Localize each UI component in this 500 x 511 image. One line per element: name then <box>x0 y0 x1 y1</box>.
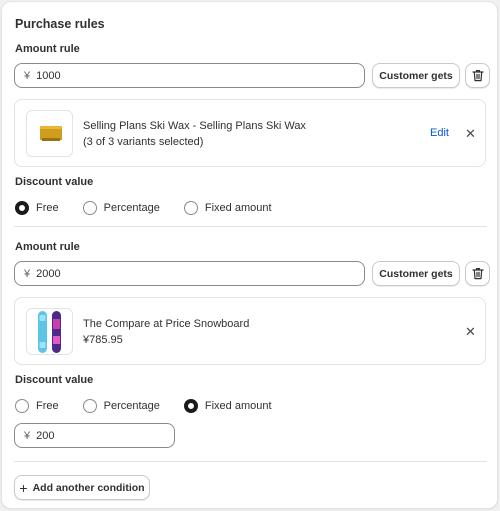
ski-wax-image <box>39 125 62 141</box>
currency-symbol: ¥ <box>24 69 31 82</box>
amount-value: 1000 <box>36 69 61 82</box>
amount-rule-label: Amount rule <box>15 43 80 55</box>
product-card: The Compare at Price Snowboard ¥785.95 ✕ <box>14 297 486 365</box>
radio-percentage-label: Percentage <box>103 400 160 412</box>
radio-free[interactable] <box>15 399 29 413</box>
discount-value-label: Discount value <box>15 374 94 386</box>
amount-value: 2000 <box>36 267 61 280</box>
customer-gets-button[interactable]: Customer gets <box>372 63 460 88</box>
discount-type-group: Free Percentage Fixed amount <box>15 399 296 413</box>
radio-fixed-amount-label: Fixed amount <box>204 202 272 214</box>
delete-rule-button[interactable] <box>465 63 490 88</box>
radio-percentage[interactable] <box>82 201 97 215</box>
radio-free[interactable] <box>15 201 29 215</box>
plus-icon: + <box>19 479 28 496</box>
radio-fixed-amount[interactable] <box>183 201 198 215</box>
currency-symbol: ¥ <box>24 267 31 280</box>
customer-gets-button[interactable]: Customer gets <box>372 261 460 286</box>
add-condition-button[interactable]: + Add another condition <box>14 475 150 500</box>
product-card: Selling Plans Ski Wax - Selling Plans Sk… <box>14 99 486 167</box>
trash-icon <box>471 268 484 280</box>
add-condition-label: Add another condition <box>32 481 145 494</box>
snowboard-thumbnail <box>26 308 73 355</box>
amount-rule-label: Amount rule <box>15 241 80 253</box>
trash-icon <box>471 70 484 82</box>
discount-value-label: Discount value <box>15 176 94 188</box>
close-icon[interactable]: ✕ <box>465 126 476 142</box>
amount-input[interactable]: ¥ 1000 <box>14 63 365 88</box>
radio-percentage-label: Percentage <box>103 202 160 214</box>
radio-fixed-amount[interactable] <box>183 399 198 413</box>
snowboard-image <box>37 310 61 353</box>
radio-percentage[interactable] <box>82 399 97 413</box>
radio-free-label: Free <box>36 202 59 214</box>
currency-symbol: ¥ <box>24 429 31 442</box>
edit-product-link[interactable]: Edit <box>430 127 449 139</box>
product-name[interactable]: Selling Plans Ski Wax - Selling Plans Sk… <box>83 118 306 134</box>
delete-rule-button[interactable] <box>465 261 490 286</box>
radio-free-label: Free <box>36 400 59 412</box>
purchase-rules-card: Purchase rules Amount rule ¥ 1000 Custom… <box>1 1 498 509</box>
fixed-amount-value: 200 <box>36 429 55 442</box>
amount-input[interactable]: ¥ 2000 <box>14 261 365 286</box>
ski-wax-thumbnail <box>26 110 73 157</box>
product-name[interactable]: The Compare at Price Snowboard <box>83 316 249 332</box>
section-title: Purchase rules <box>15 17 105 31</box>
discount-type-group: Free Percentage Fixed amount <box>15 201 296 215</box>
product-price: ¥785.95 <box>83 334 123 346</box>
divider <box>14 226 487 227</box>
fixed-amount-input[interactable]: ¥ 200 <box>14 423 175 448</box>
divider <box>14 461 487 462</box>
product-variants: (3 of 3 variants selected) <box>83 136 204 148</box>
close-icon[interactable]: ✕ <box>465 324 476 340</box>
radio-fixed-amount-label: Fixed amount <box>204 400 272 412</box>
